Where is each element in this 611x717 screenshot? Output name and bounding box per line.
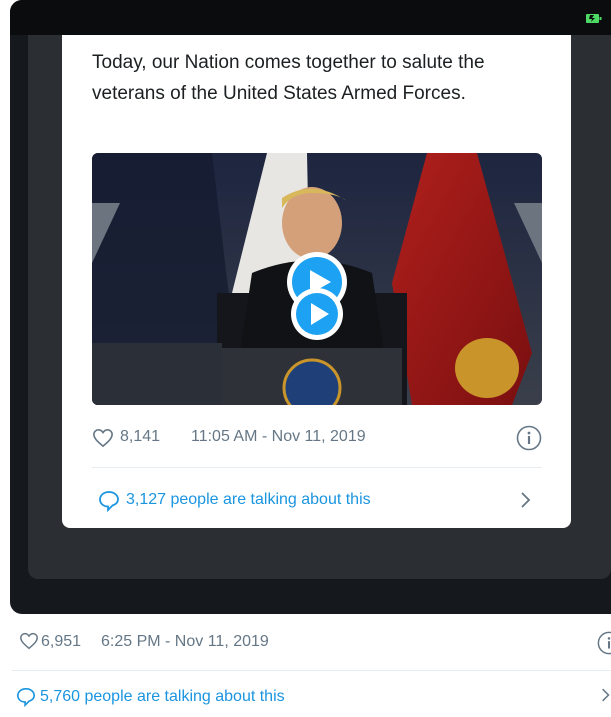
heart-outline-icon[interactable]	[92, 428, 114, 448]
battery-icon	[586, 14, 602, 23]
conversation-link[interactable]: 3,127 people are talking about this	[92, 489, 542, 513]
conversation-count[interactable]: 3,127 people are talking about this	[126, 491, 371, 509]
embedded-tweet-screenshot: Today, our Nation comes together to salu…	[10, 0, 611, 614]
like-count: 8,141	[120, 428, 161, 445]
like-count: 6,951	[41, 633, 82, 650]
conversation-link[interactable]: 5,760 people are talking about this	[15, 686, 611, 710]
chevron-right-icon[interactable]	[601, 686, 611, 704]
embedded-tweet-card: Today, our Nation comes together to salu…	[62, 35, 571, 528]
info-circle-icon[interactable]	[597, 631, 611, 655]
speech-bubble-icon	[16, 687, 36, 707]
outer-tweet-meta: 6,951 6:25 PM - Nov 11, 2019	[15, 629, 611, 655]
divider	[12, 670, 611, 671]
tweet-timestamp[interactable]: 6:25 PM - Nov 11, 2019	[101, 633, 269, 651]
heart-outline-icon[interactable]	[19, 632, 39, 650]
tweet-meta: 8,141 11:05 AM - Nov 11, 2019	[92, 425, 542, 451]
tweet-timestamp[interactable]: 11:05 AM - Nov 11, 2019	[191, 428, 366, 446]
conversation-count[interactable]: 5,760 people are talking about this	[40, 688, 285, 706]
divider	[92, 467, 542, 468]
speech-bubble-icon	[99, 491, 119, 512]
status-bar	[10, 0, 611, 35]
play-icon[interactable]	[289, 286, 345, 342]
info-circle-icon[interactable]	[516, 425, 542, 451]
tweet-text: Today, our Nation comes together to salu…	[92, 52, 485, 104]
chevron-right-icon[interactable]	[520, 491, 532, 509]
tweet-video[interactable]	[92, 153, 542, 405]
